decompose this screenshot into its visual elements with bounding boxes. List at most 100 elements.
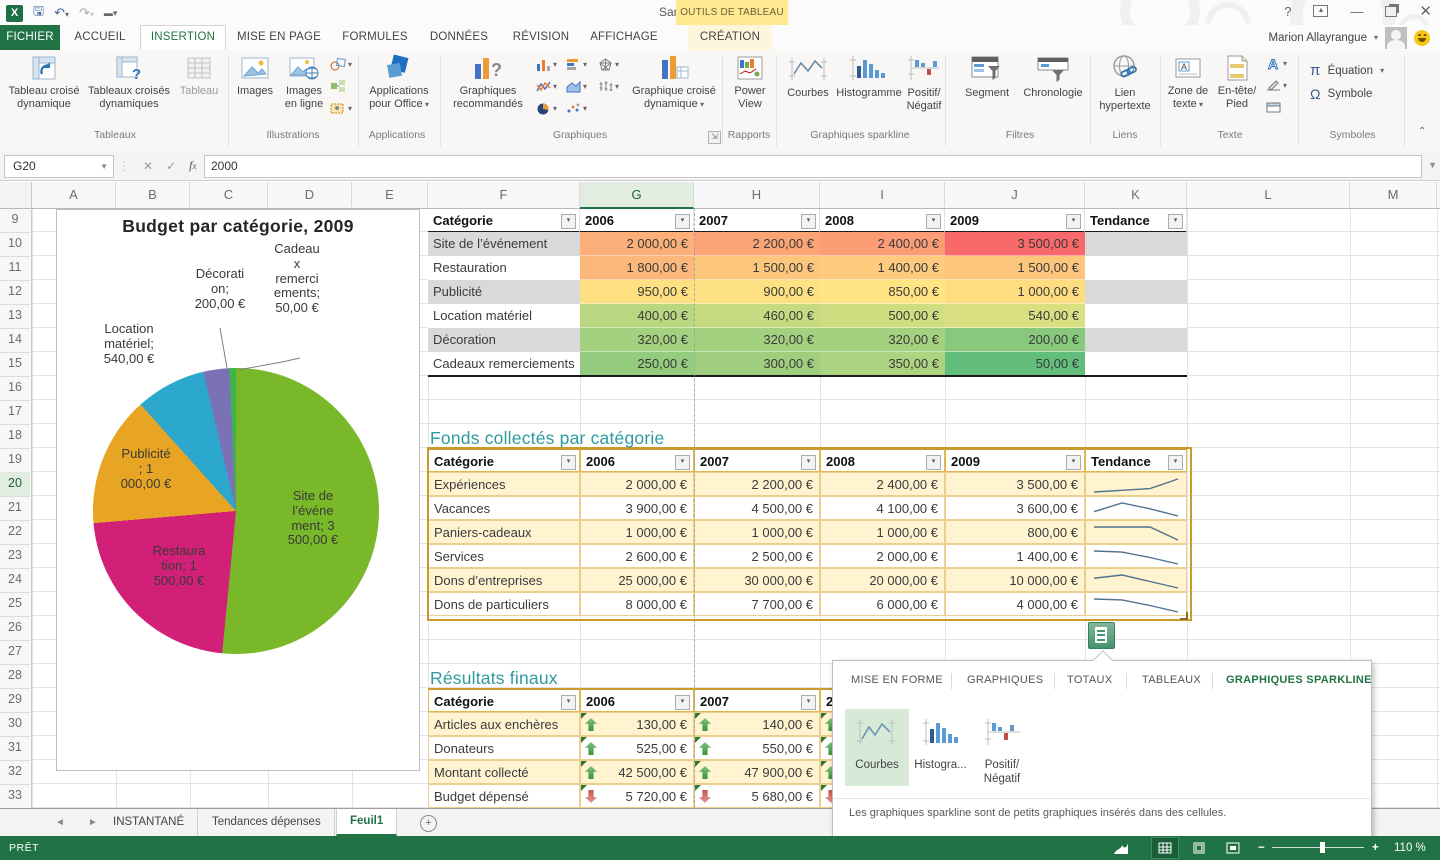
stock-chart-button[interactable]: ▾ xyxy=(598,80,619,93)
column-header-H[interactable]: H xyxy=(694,182,820,207)
column-header-J[interactable]: J xyxy=(945,182,1085,207)
qa-item-label-2[interactable]: Histogra... xyxy=(913,759,968,773)
filter-dropdown-button[interactable]: ▾ xyxy=(801,214,816,229)
filter-dropdown-button[interactable]: ▾ xyxy=(1168,214,1183,229)
column-header-B[interactable]: B xyxy=(116,182,190,207)
bar-chart-button[interactable]: ▾ xyxy=(566,58,587,71)
signature-line-button[interactable]: ▾ xyxy=(1266,79,1287,92)
row-header-10[interactable]: 10 xyxy=(0,232,30,257)
filter-dropdown-button[interactable]: ▾ xyxy=(926,214,941,229)
name-box[interactable]: G20▼ xyxy=(4,155,114,178)
filter-dropdown-button[interactable]: ▾ xyxy=(1168,455,1183,470)
cancel-formula-icon[interactable]: ✕ xyxy=(143,159,153,173)
tab-fichier[interactable]: FICHIER xyxy=(0,25,60,50)
area-chart-button[interactable]: ▾ xyxy=(566,80,587,93)
name-box-caret-icon[interactable]: ▼ xyxy=(100,156,108,177)
add-sheet-button[interactable]: + xyxy=(420,815,437,832)
row-header-23[interactable]: 23 xyxy=(0,544,30,569)
text-box-button[interactable]: A Zone de texte ▾ xyxy=(1164,54,1212,111)
power-view-button[interactable]: Power View xyxy=(726,54,774,111)
sheet-tab-instantané[interactable]: INSTANTANÉ xyxy=(100,809,198,836)
equation-button[interactable]: π Équation ▾ xyxy=(1310,62,1384,79)
scatter-chart-button[interactable]: ▾ xyxy=(566,102,587,115)
select-all-corner[interactable] xyxy=(0,182,32,209)
row-header-11[interactable]: 11 xyxy=(0,256,30,281)
filter-dropdown-button[interactable]: ▾ xyxy=(926,455,941,470)
zoom-slider[interactable] xyxy=(1272,847,1364,848)
sparkline-column-button[interactable]: Histogramme xyxy=(836,54,902,100)
apps-for-office-button[interactable]: Applications pour Office ▾ xyxy=(362,54,436,111)
column-header-A[interactable]: A xyxy=(32,182,116,207)
quick-analysis-button[interactable] xyxy=(1088,622,1115,649)
tab-création[interactable]: CRÉATION xyxy=(688,25,772,50)
avatar[interactable] xyxy=(1385,27,1407,49)
column-header-M[interactable]: M xyxy=(1350,182,1437,207)
filter-dropdown-button[interactable]: ▾ xyxy=(675,455,690,470)
row-header-30[interactable]: 30 xyxy=(0,712,30,737)
page-break-view-button[interactable] xyxy=(1220,838,1246,858)
qa-tab-5[interactable]: GRAPHIQUES SPARKLINE xyxy=(1226,674,1372,686)
pivottable-button[interactable]: Tableau croisé dynamique xyxy=(4,54,84,111)
filter-dropdown-button[interactable]: ▾ xyxy=(561,455,576,470)
zoom-slider-thumb[interactable] xyxy=(1320,842,1325,853)
table-button[interactable]: Tableau xyxy=(174,54,224,98)
header-footer-button[interactable]: En-tête/ Pied xyxy=(1214,54,1260,111)
row-header-15[interactable]: 15 xyxy=(0,352,30,377)
tab-données[interactable]: DONNÉES xyxy=(418,25,500,50)
recommended-charts-button[interactable]: ? Graphiques recommandés xyxy=(446,54,530,111)
screenshot-button[interactable]: ▾ xyxy=(330,101,352,115)
column-header-E[interactable]: E xyxy=(352,182,428,207)
row-header-14[interactable]: 14 xyxy=(0,328,30,353)
column-header-F[interactable]: F xyxy=(428,182,580,207)
sheet-next-button[interactable]: ► xyxy=(88,809,98,837)
row-header-16[interactable]: 16 xyxy=(0,376,30,401)
tab-formules[interactable]: FORMULES xyxy=(334,25,416,50)
column-header-K[interactable]: K xyxy=(1085,182,1187,207)
formula-bar-expand-icon[interactable]: ▼ xyxy=(1428,160,1437,170)
pie-chart-frame[interactable]: Budget par catégorie, 2009 Site de l’évé… xyxy=(56,209,420,771)
tab-mise-en-page[interactable]: MISE EN PAGE xyxy=(228,25,330,50)
page-layout-view-button[interactable] xyxy=(1186,838,1212,858)
normal-view-button[interactable] xyxy=(1152,838,1178,858)
tab-affichage[interactable]: AFFICHAGE xyxy=(580,25,668,50)
ribbon-display-options-button[interactable]: ▲ xyxy=(1313,5,1328,17)
filter-dropdown-button[interactable]: ▾ xyxy=(1066,214,1081,229)
row-header-33[interactable]: 33 xyxy=(0,784,30,809)
shapes-button[interactable]: ▾ xyxy=(330,57,352,71)
images-button[interactable]: Images xyxy=(232,54,278,98)
timeline-button[interactable]: Chronologie xyxy=(1020,54,1086,100)
row-header-29[interactable]: 29 xyxy=(0,688,30,713)
collapse-ribbon-button[interactable]: ⌃ xyxy=(1418,126,1426,137)
column-chart-button[interactable]: ▾ xyxy=(536,58,557,71)
filter-dropdown-button[interactable]: ▾ xyxy=(1066,455,1081,470)
row-header-19[interactable]: 19 xyxy=(0,448,30,473)
table-resize-handle[interactable] xyxy=(1180,612,1188,620)
row-header-24[interactable]: 24 xyxy=(0,568,30,593)
sparkline-winloss-button[interactable]: Positif/ Négatif xyxy=(904,54,944,113)
filter-dropdown-button[interactable]: ▾ xyxy=(675,214,690,229)
row-header-31[interactable]: 31 xyxy=(0,736,30,761)
online-pictures-button[interactable]: Images en ligne xyxy=(280,54,328,111)
row-header-12[interactable]: 12 xyxy=(0,280,30,305)
line-chart-button[interactable]: ▾ xyxy=(536,80,557,93)
column-header-I[interactable]: I xyxy=(820,182,945,207)
pie-chart-button[interactable]: ▾ xyxy=(536,102,557,115)
symbol-button[interactable]: Ω Symbole xyxy=(1310,86,1372,102)
qa-item-label-3[interactable]: Positif/ Négatif xyxy=(973,759,1031,787)
sparkline-line-button[interactable]: Courbes xyxy=(782,54,834,100)
column-header-D[interactable]: D xyxy=(268,182,352,207)
pivotchart-button[interactable]: Graphique croisé dynamique ▾ xyxy=(630,54,718,111)
row-header-28[interactable]: 28 xyxy=(0,664,30,689)
sheet-prev-button[interactable]: ◄ xyxy=(55,809,65,837)
row-header-18[interactable]: 18 xyxy=(0,424,30,449)
row-header-20[interactable]: 20 xyxy=(0,472,30,497)
close-button[interactable]: ✕ xyxy=(1419,2,1432,20)
qa-tab-1[interactable]: MISE EN FORME xyxy=(851,674,943,686)
insert-function-icon[interactable]: fx xyxy=(189,158,196,173)
radar-chart-button[interactable]: ▾ xyxy=(598,58,619,71)
hyperlink-button[interactable]: Lien hypertexte xyxy=(1096,54,1154,113)
enter-formula-icon[interactable]: ✓ xyxy=(166,159,176,173)
slicer-button[interactable]: Segment xyxy=(956,54,1018,100)
charts-dialog-launcher[interactable]: ⇲ xyxy=(708,131,721,144)
sheet-tab-feuil1[interactable]: Feuil1 xyxy=(336,809,397,836)
